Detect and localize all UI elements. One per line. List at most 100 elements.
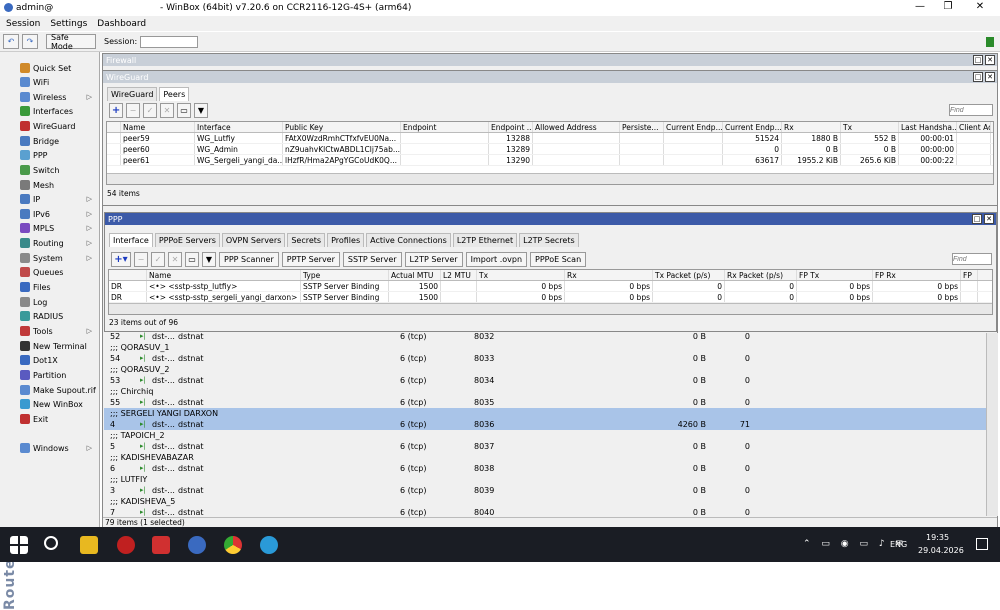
wireguard-maximize-button[interactable]: □: [973, 72, 983, 82]
tab-pppoe-servers[interactable]: PPPoE Servers: [154, 233, 220, 247]
tab-secrets[interactable]: Secrets: [287, 233, 326, 247]
tab-ovpn-servers[interactable]: OVPN Servers: [221, 233, 286, 247]
column-header[interactable]: Rx: [565, 270, 653, 280]
sidebar-item-mesh[interactable]: Mesh: [20, 178, 98, 192]
column-header[interactable]: Endpoint: [401, 122, 489, 132]
close-button[interactable]: ✕: [970, 1, 990, 12]
winbox-icon[interactable]: [188, 536, 206, 554]
minimize-button[interactable]: —: [910, 1, 930, 12]
sidebar-item-mpls[interactable]: MPLS ▷: [20, 221, 98, 235]
horizontal-scrollbar[interactable]: [109, 303, 992, 314]
sidebar-item-ipv6[interactable]: IPv6 ▷: [20, 207, 98, 221]
sidebar-item-radius[interactable]: RADIUS: [20, 309, 98, 323]
tab-l2tp-secrets[interactable]: L2TP Secrets: [519, 233, 579, 247]
app-red-icon[interactable]: [117, 536, 135, 554]
column-header[interactable]: Endpoint ...: [489, 122, 533, 132]
column-header[interactable]: Name: [147, 270, 301, 280]
safe-mode-button[interactable]: Safe Mode: [46, 33, 96, 51]
rule-comment[interactable]: ;;; QORASUV_2: [104, 364, 986, 375]
remove-icon[interactable]: −: [126, 102, 140, 118]
column-header[interactable]: Public Key: [283, 122, 401, 132]
table-row[interactable]: 6 ▸| dst-... dstnat 6 (tcp) 8038 0 B 0: [104, 463, 986, 474]
column-header[interactable]: Rx Packet (p/s): [725, 270, 797, 280]
sidebar-item-wireless[interactable]: Wireless ▷: [20, 90, 98, 104]
column-header[interactable]: Type: [301, 270, 389, 280]
table-row[interactable]: 53 ▸| dst-... dstnat 6 (tcp) 8034 0 B 0: [104, 375, 986, 386]
rule-comment[interactable]: ;;; KADISHEVABAZAR: [104, 452, 986, 463]
firewall-maximize-button[interactable]: □: [973, 55, 983, 65]
rule-comment[interactable]: ;;; TAPOICH_2: [104, 430, 986, 441]
sidebar-item-quick-set[interactable]: Quick Set: [20, 61, 98, 75]
sidebar-item-make-supout-rif[interactable]: Make Supout.rif: [20, 383, 98, 397]
rule-comment[interactable]: ;;; KADISHEVA_5: [104, 496, 986, 507]
add-icon[interactable]: +: [109, 102, 123, 118]
firewall-close-button[interactable]: ✕: [985, 55, 995, 65]
undo-button[interactable]: ↶: [3, 34, 19, 49]
wireguard-find-input[interactable]: [949, 104, 993, 116]
column-header[interactable]: Rx: [782, 122, 841, 132]
rule-comment[interactable]: ;;; LUTFIY: [104, 474, 986, 485]
column-header[interactable]: Name: [121, 122, 195, 132]
ppp-scanner-button[interactable]: PPP Scanner: [219, 251, 279, 267]
disable-icon[interactable]: ✕: [168, 251, 182, 267]
column-header[interactable]: Interface: [195, 122, 283, 132]
tab-l2tp-ethernet[interactable]: L2TP Ethernet: [452, 233, 518, 247]
rule-comment[interactable]: ;;; QORASUV_1: [104, 342, 986, 353]
column-header[interactable]: Persiste...: [620, 122, 664, 132]
sidebar-item-tools[interactable]: Tools ▷: [20, 324, 98, 338]
column-header[interactable]: Tx: [477, 270, 565, 280]
language-indicator[interactable]: ENG: [890, 540, 907, 549]
menu-settings[interactable]: Settings: [50, 19, 87, 29]
column-header[interactable]: Actual MTU: [389, 270, 441, 280]
sidebar-item-ip[interactable]: IP ▷: [20, 192, 98, 206]
sidebar-item-interfaces[interactable]: Interfaces: [20, 104, 98, 118]
sidebar-item-files[interactable]: Files: [20, 280, 98, 294]
column-header[interactable]: [109, 270, 147, 280]
sidebar-item-system[interactable]: System ▷: [20, 251, 98, 265]
column-header[interactable]: FP Rx: [873, 270, 961, 280]
tab-profiles[interactable]: Profiles: [327, 233, 365, 247]
sidebar-item-windows[interactable]: Windows ▷: [20, 441, 98, 455]
column-header[interactable]: Last Handsha...: [899, 122, 957, 132]
tab-active-connections[interactable]: Active Connections: [366, 233, 451, 247]
table-row[interactable]: 52 ▸| dst-... dstnat 6 (tcp) 8032 0 B 0: [104, 331, 986, 342]
redo-button[interactable]: ↷: [22, 34, 38, 49]
table-row[interactable]: DR <•> <sstp-sstp_lutfiy> SSTP Server Bind…: [109, 281, 992, 292]
sidebar-item-dot1x[interactable]: Dot1X: [20, 353, 98, 367]
clock-date[interactable]: 29.04.2026: [918, 546, 964, 555]
table-row[interactable]: 4 ▸| dst-... dstnat 6 (tcp) 8036 4260 B 71: [104, 419, 986, 430]
menu-session[interactable]: Session: [6, 19, 40, 29]
sidebar-item-wireguard[interactable]: WireGuard: [20, 119, 98, 133]
sidebar-item-exit[interactable]: Exit: [20, 412, 98, 426]
table-row[interactable]: 5 ▸| dst-... dstnat 6 (tcp) 8037 0 B 0: [104, 441, 986, 452]
column-header[interactable]: L2 MTU: [441, 270, 477, 280]
table-row[interactable]: 54 ▸| dst-... dstnat 6 (tcp) 8033 0 B 0: [104, 353, 986, 364]
sidebar-item-switch[interactable]: Switch: [20, 163, 98, 177]
menu-dashboard[interactable]: Dashboard: [97, 19, 146, 29]
l2tp-server-button[interactable]: L2TP Server: [404, 251, 463, 267]
firewall-scrollbar[interactable]: [986, 333, 998, 516]
enable-icon[interactable]: ✓: [151, 251, 165, 267]
column-header[interactable]: FP: [961, 270, 978, 280]
tab-interface[interactable]: Interface: [109, 233, 153, 247]
import-ovpn-button[interactable]: Import .ovpn: [465, 251, 528, 267]
sidebar-item-log[interactable]: Log: [20, 295, 98, 309]
tab-wireguard[interactable]: WireGuard: [107, 87, 158, 101]
enable-icon[interactable]: ✓: [143, 102, 157, 118]
session-input[interactable]: [140, 35, 199, 48]
chrome-icon[interactable]: [224, 536, 242, 554]
sidebar-item-routing[interactable]: Routing ▷: [20, 236, 98, 250]
column-header[interactable]: Current Endp...: [664, 122, 723, 132]
sstp-server-button[interactable]: SSTP Server: [342, 251, 402, 267]
remove-icon[interactable]: −: [134, 251, 148, 267]
comment-icon[interactable]: ▭: [177, 102, 191, 118]
wireguard-close-button[interactable]: ✕: [985, 72, 995, 82]
comment-icon[interactable]: ▭: [185, 251, 199, 267]
column-header[interactable]: Tx: [841, 122, 899, 132]
rule-comment[interactable]: ;;; Chirchiq: [104, 386, 986, 397]
table-row[interactable]: peer61 WG_Sergeli_yangi_da... lHzfR/Hma2AP…: [107, 155, 993, 166]
column-header[interactable]: Tx Packet (p/s): [653, 270, 725, 280]
table-row[interactable]: 3 ▸| dst-... dstnat 6 (tcp) 8039 0 B 0: [104, 485, 986, 496]
table-row[interactable]: peer60 WG_Admin nZ9uahvKlCtwABDL1Clj75ab..…: [107, 144, 993, 155]
sidebar-item-bridge[interactable]: Bridge: [20, 134, 98, 148]
